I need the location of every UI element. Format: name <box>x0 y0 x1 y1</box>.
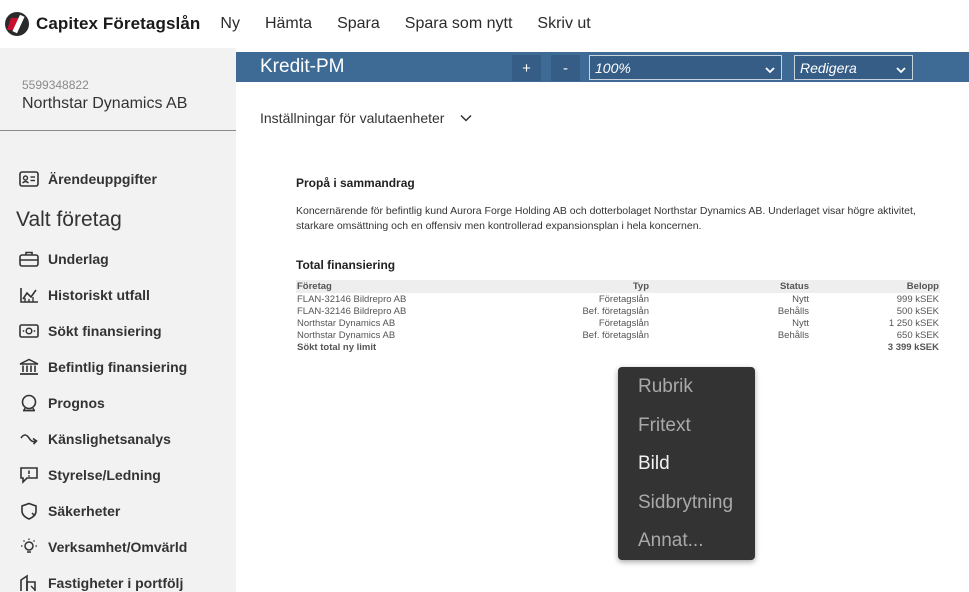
sidebar-item-label: Prognos <box>48 395 105 411</box>
sidebar-item-styrelse-ledning[interactable]: Styrelse/Ledning <box>18 464 161 486</box>
company-orgnr: 5599348822 <box>22 78 89 92</box>
column-header: Företag <box>296 280 486 293</box>
menu-spara[interactable]: Spara <box>337 15 380 33</box>
company-name: Northstar Dynamics AB <box>22 95 188 112</box>
bulb-icon <box>18 536 40 558</box>
bank-icon <box>18 356 40 378</box>
sidebar-item-sokt-finansiering[interactable]: Sökt finansiering <box>18 320 162 342</box>
table-header-row: Företag Typ Status Belopp <box>296 280 940 293</box>
company-box: 5599348822 Northstar Dynamics AB <box>0 48 236 131</box>
propa-text: Koncernärende för befintlig kund Aurora … <box>296 205 916 232</box>
app-title: Capitex Företagslån <box>36 14 201 33</box>
table-sum-row: Sökt total ny limit 3 399 kSEK <box>296 341 940 353</box>
table-row: FLAN-32146 Bildrepro AB Bef. företagslån… <box>296 305 940 317</box>
table-cell: FLAN-32146 Bildrepro AB <box>297 293 407 305</box>
document-title: Kredit-PM <box>260 56 345 77</box>
sidebar-item-fastigheter-i-portfolj[interactable]: Fastigheter i portfölj <box>18 572 183 592</box>
chart-icon <box>18 284 40 306</box>
currency-settings-toggle[interactable]: Inställningar för valutaenheter <box>260 110 472 126</box>
capitex-logo-icon <box>5 12 29 36</box>
menu-item-rubrik[interactable]: Rubrik <box>638 376 693 398</box>
sidebar-item-verksamhet-omvarld[interactable]: Verksamhet/Omvärld <box>18 536 187 558</box>
menu-item-sidbrytning[interactable]: Sidbrytning <box>638 492 733 514</box>
sidebar-item-label: Befintlig finansiering <box>48 359 188 375</box>
menu-hamta[interactable]: Hämta <box>265 15 312 33</box>
table-cell: Bef. företagslån <box>582 305 649 317</box>
column-header: Typ <box>486 280 650 293</box>
sidebar-item-label: Känslighetsanalys <box>48 431 171 447</box>
menu-item-bild[interactable]: Bild <box>638 453 670 475</box>
top-bar: Capitex Företagslån Ny Hämta Spara Spara… <box>0 0 969 48</box>
sidebar-item-label: Sökt finansiering <box>48 323 162 339</box>
sidebar-item-arendeuppgifter[interactable]: Ärendeuppgifter <box>18 168 157 190</box>
zoom-value: 100% <box>595 59 631 76</box>
table-cell: Nytt <box>792 317 809 329</box>
zoom-out-button[interactable]: - <box>551 55 580 81</box>
arrow-curve-icon <box>18 428 40 450</box>
table-cell: FLAN-32146 Bildrepro AB <box>297 305 407 317</box>
sum-value: 3 399 kSEK <box>887 341 939 353</box>
sidebar-item-historiskt-utfall[interactable]: Historiskt utfall <box>18 284 150 306</box>
table-row: Northstar Dynamics AB Företagslån Nytt 1… <box>296 317 940 329</box>
sidebar-item-label: Underlag <box>48 251 109 267</box>
propa-heading: Propå i sammandrag <box>296 176 415 190</box>
sidebar-item-kanslighetsanalys[interactable]: Känslighetsanalys <box>18 428 171 450</box>
table-cell: 500 kSEK <box>896 305 939 317</box>
zoom-in-button[interactable]: + <box>512 55 541 81</box>
sidebar-item-befintlig-finansiering[interactable]: Befintlig finansiering <box>18 356 187 378</box>
sidebar-item-prognos[interactable]: Prognos <box>18 392 105 414</box>
sidebar-item-label: Fastigheter i portfölj <box>48 575 184 591</box>
table-cell: 999 kSEK <box>896 293 939 305</box>
app-logo: Capitex Företagslån <box>5 12 200 36</box>
sidebar-item-label: Historiskt utfall <box>48 287 150 303</box>
sidebar-heading: Valt företag <box>16 208 122 231</box>
table-cell: Företagslån <box>598 293 649 305</box>
money-icon <box>18 320 40 342</box>
menu-item-fritext[interactable]: Fritext <box>638 415 691 437</box>
shield-icon <box>18 500 40 522</box>
chevron-down-icon <box>896 62 906 78</box>
menu-item-annat[interactable]: Annat... <box>638 530 704 552</box>
mode-select[interactable]: Redigera <box>794 55 913 80</box>
insert-context-menu: Rubrik Fritext Bild Sidbrytning Annat... <box>618 367 755 560</box>
column-header: Belopp <box>810 280 940 293</box>
table-cell: Bef. företagslån <box>582 329 649 341</box>
sidebar: 5599348822 Northstar Dynamics AB Ärendeu… <box>0 48 236 592</box>
alert-chat-icon <box>18 464 40 486</box>
table-cell: Behålls <box>777 329 809 341</box>
sidebar-item-sakerheter[interactable]: Säkerheter <box>18 500 120 522</box>
document-toolbar: Kredit-PM + - 100% Redigera <box>236 52 969 82</box>
id-card-icon <box>18 168 40 190</box>
table-cell: 650 kSEK <box>896 329 939 341</box>
table-cell: 1 250 kSEK <box>888 317 939 329</box>
currency-settings-label: Inställningar för valutaenheter <box>260 110 445 126</box>
table-cell: Northstar Dynamics AB <box>297 317 396 329</box>
sidebar-item-label: Styrelse/Ledning <box>48 467 161 483</box>
menu-skriv-ut[interactable]: Skriv ut <box>537 15 590 33</box>
menu-spara-som-nytt[interactable]: Spara som nytt <box>405 15 513 33</box>
table-cell: Behålls <box>777 305 809 317</box>
building-icon <box>18 572 40 592</box>
menu-ny[interactable]: Ny <box>220 15 240 33</box>
crystal-ball-icon <box>18 392 40 414</box>
chevron-down-icon <box>765 62 775 78</box>
mode-value: Redigera <box>800 59 857 76</box>
total-financing-heading: Total finansiering <box>296 258 396 272</box>
chevron-down-icon <box>460 110 472 126</box>
table-cell: Företagslån <box>598 317 649 329</box>
table-cell: Northstar Dynamics AB <box>297 329 396 341</box>
sum-label: Sökt total ny limit <box>297 341 377 353</box>
financing-table: Företag Typ Status Belopp FLAN-32146 Bil… <box>296 280 940 353</box>
table-row: FLAN-32146 Bildrepro AB Företagslån Nytt… <box>296 293 940 305</box>
column-header: Status <box>650 280 810 293</box>
top-menu: Ny Hämta Spara Spara som nytt Skriv ut <box>220 15 615 33</box>
table-cell: Nytt <box>792 293 809 305</box>
sidebar-item-label: Säkerheter <box>48 503 121 519</box>
table-row: Northstar Dynamics AB Bef. företagslån B… <box>296 329 940 341</box>
zoom-select[interactable]: 100% <box>589 55 782 80</box>
briefcase-icon <box>18 248 40 270</box>
sidebar-item-label: Ärendeuppgifter <box>48 171 157 187</box>
sidebar-item-underlag[interactable]: Underlag <box>18 248 109 270</box>
sidebar-item-label: Verksamhet/Omvärld <box>48 539 188 555</box>
